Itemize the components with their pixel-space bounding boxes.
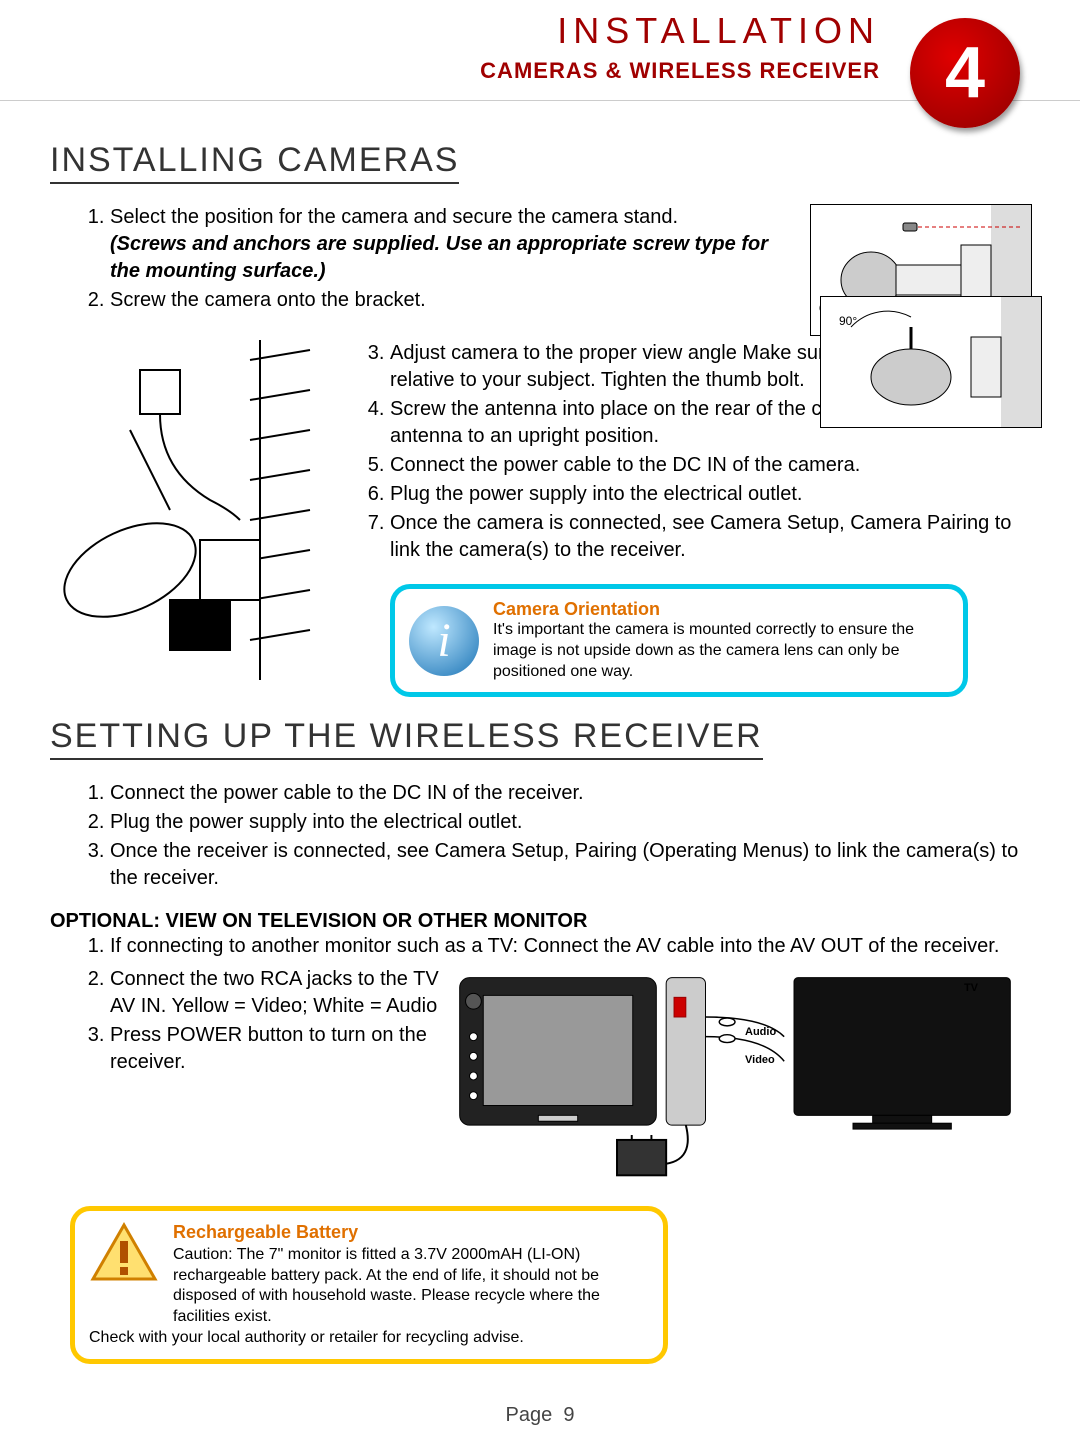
step-item: Connect the power cable to the DC IN of …	[110, 780, 1030, 807]
header-title: INSTALLATION	[557, 10, 880, 52]
warning-callout-battery: Rechargeable Battery Caution: The 7" mon…	[70, 1206, 668, 1363]
camera-power-connection-diagram	[50, 340, 320, 680]
step-item: Select the position for the camera and s…	[110, 204, 790, 285]
step-item: Connect the two RCA jacks to the TV AV I…	[110, 966, 440, 1020]
camera-angle-adjustment-diagram: 90°	[820, 296, 1042, 428]
info-icon: i	[409, 606, 479, 676]
section-heading-wireless-receiver: SETTING UP THE WIRELESS RECEIVER	[50, 717, 763, 760]
warning-icon	[89, 1221, 159, 1285]
info-callout-camera-orientation: i Camera Orientation It's important the …	[390, 584, 968, 697]
step-item: Once the receiver is connected, see Came…	[110, 838, 1030, 892]
page-header: INSTALLATION CAMERAS & WIRELESS RECEIVER…	[0, 0, 1080, 101]
header-subtitle: CAMERAS & WIRELESS RECEIVER	[480, 58, 880, 84]
step-item: Connect the power cable to the DC IN of …	[390, 452, 1030, 479]
step-note: (Screws and anchors are supplied. Use an…	[110, 233, 768, 282]
step-item: Screw the camera onto the bracket.	[110, 287, 790, 314]
audio-label: Audio	[745, 1026, 776, 1038]
step-item: If connecting to another monitor such as…	[110, 933, 1030, 960]
video-label: Video	[745, 1054, 775, 1066]
callout-title: Camera Orientation	[493, 599, 949, 620]
step-item: Once the camera is connected, see Camera…	[390, 510, 1030, 564]
section-heading-installing-cameras: INSTALLING CAMERAS	[50, 141, 459, 184]
tv-label: TV	[964, 982, 978, 994]
page-label: Page	[506, 1404, 553, 1426]
step-item: Plug the power supply into the electrica…	[110, 809, 1030, 836]
chapter-number-circle: 4	[910, 18, 1020, 128]
optional-subheading: OPTIONAL: VIEW ON TELEVISION OR OTHER MO…	[50, 910, 1030, 933]
callout-body: It's important the camera is mounted cor…	[493, 620, 949, 682]
page-number: 9	[563, 1404, 574, 1426]
step-text: Select the position for the camera and s…	[110, 206, 678, 228]
angle-label: 90°	[839, 314, 857, 328]
callout-footer: Check with your local authority or retai…	[89, 1328, 649, 1349]
receiver-to-tv-connection-diagram: TV Audio Video	[440, 966, 1030, 1186]
page-footer: Page 9	[0, 1404, 1080, 1427]
callout-body: Caution: The 7" monitor is fitted a 3.7V…	[173, 1245, 649, 1328]
step-item: Plug the power supply into the electrica…	[390, 481, 1030, 508]
callout-title: Rechargeable Battery	[173, 1221, 649, 1244]
step-item: Press POWER button to turn on the receiv…	[110, 1022, 440, 1076]
